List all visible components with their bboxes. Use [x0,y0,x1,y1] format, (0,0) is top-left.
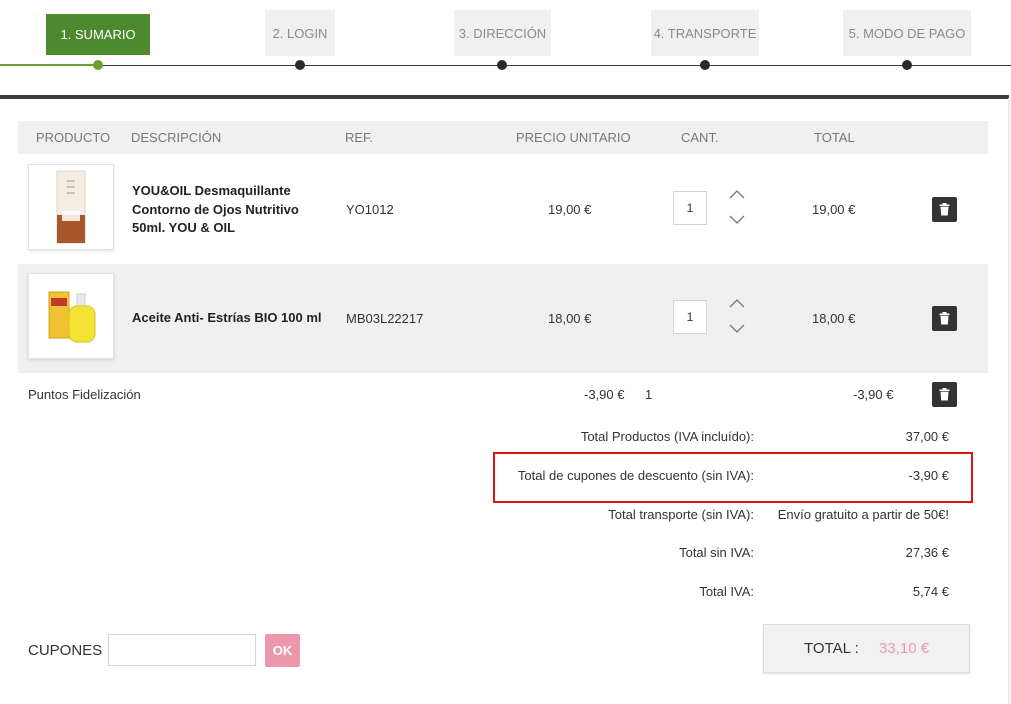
product-total: 19,00 € [812,202,856,217]
coupons-label: CUPONES [28,642,103,659]
trash-icon [939,388,950,401]
header-unit-price: Precio unitario [516,130,631,145]
delete-loyalty-button[interactable] [932,382,957,407]
product-ref: MB03L22217 [346,311,424,326]
loyalty-unit-price: -3,90 € [584,387,625,402]
summary-vat-label: Total IVA: [699,584,754,599]
table-row: Aceite Anti- Estrías BIO 100 ml MB03L222… [18,264,988,373]
coupon-input[interactable] [108,634,256,666]
serum-bottle-box-icon [56,170,86,244]
quantity-input[interactable]: 1 [673,300,707,334]
oil-bottle-icon [48,291,96,343]
summary-products-label: Total Productos (IVA incluído): [580,429,754,444]
delete-button[interactable] [932,197,957,222]
grand-total-value: 33,10 € [879,640,930,657]
chevron-down-icon[interactable] [729,215,745,225]
product-description[interactable]: Aceite Anti- Estrías BIO 100 ml [132,309,322,328]
step-shipping[interactable]: 4. Transporte [651,10,759,56]
step-dot-shipping [700,60,710,70]
summary-vat-value: 5,74 € [912,584,949,599]
step-dot-address [497,60,507,70]
grand-total-label: TOTAL : [804,640,859,657]
summary-shipping-label: Total transporte (sin IVA): [608,507,754,522]
summary-coupons-value: -3,90 € [908,468,949,483]
summary-coupons-label: Total de cupones de descuento (sin IVA): [517,468,754,483]
summary-products-value: 37,00 € [905,429,949,444]
product-ref: YO1012 [346,202,394,217]
trash-icon [939,203,950,216]
product-image[interactable] [28,164,114,250]
product-total: 18,00 € [812,311,856,326]
summary-no-vat-value: 27,36 € [905,545,949,560]
product-description[interactable]: YOU&OIL Desmaquillante Contorno de Ojos … [132,182,332,238]
summary-no-vat-label: Total sin IVA: [679,545,754,560]
summary-shipping-value: Envío gratuito a partir de 50€! [777,507,949,522]
loyalty-total: -3,90 € [853,387,894,402]
trash-icon [939,312,950,325]
loyalty-label: Puntos Fidelización [28,387,141,402]
quantity-input[interactable]: 1 [673,191,707,225]
chevron-up-icon[interactable] [729,298,745,308]
step-dot-payment [902,60,912,70]
cart-table-header: Producto Descripción Ref. Precio unitari… [18,121,988,154]
step-dot-summary [93,60,103,70]
description-line: 50ml. YOU & OIL [132,220,236,235]
grand-total-box: TOTAL : 33,10 € [763,624,970,673]
step-address[interactable]: 3. Dirección [454,10,551,56]
header-product: Producto [36,130,111,145]
product-image[interactable] [28,273,114,359]
step-payment[interactable]: 5. Modo de pago [843,10,971,56]
loyalty-qty: 1 [645,387,653,402]
coupon-ok-button[interactable]: OK [265,634,300,667]
step-login[interactable]: 2. Login [265,10,335,56]
product-unit-price: 19,00 € [548,202,592,217]
header-description: Descripción [131,130,222,145]
cart-top-border [0,95,1009,99]
description-line: Contorno de Ojos Nutritivo [132,201,299,217]
header-qty: Cant. [681,130,719,145]
steps-track-progress [0,64,98,66]
step-dot-login [295,60,305,70]
header-total: Total [814,130,855,145]
chevron-up-icon[interactable] [729,189,745,199]
header-ref: Ref. [345,130,374,145]
delete-button[interactable] [932,306,957,331]
step-summary[interactable]: 1. Sumario [46,14,150,55]
table-row: YOU&OIL Desmaquillante Contorno de Ojos … [18,155,988,264]
chevron-down-icon[interactable] [729,324,745,334]
page-right-edge [1008,98,1010,704]
product-unit-price: 18,00 € [548,311,592,326]
description-line: YOU&OIL Desmaquillante [132,183,291,198]
